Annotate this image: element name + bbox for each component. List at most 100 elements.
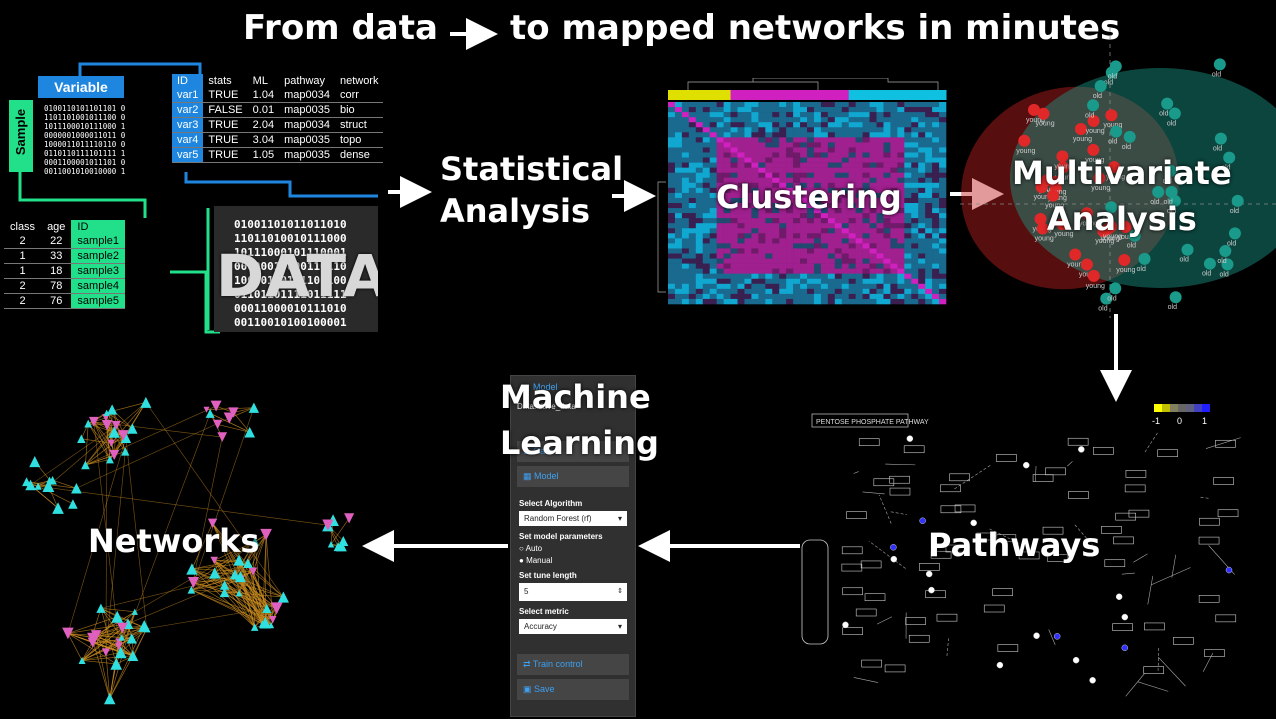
heatmap-cell xyxy=(779,268,787,274)
heatmap-cell xyxy=(820,102,829,108)
metric-select[interactable]: Accuracy ▾ xyxy=(519,619,627,634)
heatmap-cell xyxy=(820,152,829,158)
col-network: network xyxy=(339,75,379,87)
heatmap-cell xyxy=(674,167,683,173)
heatmap-cell xyxy=(709,142,717,148)
heatmap-cell xyxy=(897,218,905,224)
compound-node xyxy=(890,555,898,563)
compound-node xyxy=(1121,644,1129,652)
enzyme-box xyxy=(860,560,882,569)
heatmap-cell xyxy=(779,248,787,254)
heatmap-cell xyxy=(668,197,676,204)
heatmap-cell xyxy=(674,298,683,305)
heatmap-cell xyxy=(786,127,794,133)
heatmap-cell xyxy=(834,238,843,244)
heatmap-annotation-cell xyxy=(765,90,773,100)
heatmap-cell xyxy=(772,263,780,269)
heatmap-cell xyxy=(800,288,808,295)
heatmap-cell xyxy=(855,278,863,285)
heatmap-cell xyxy=(702,172,710,179)
heatmap-cell xyxy=(800,263,808,269)
heatmap-cell xyxy=(744,258,752,264)
pca-point-label: young xyxy=(1086,128,1105,135)
pca-point xyxy=(1138,252,1151,265)
network-node xyxy=(260,528,272,541)
heatmap-cell xyxy=(904,107,912,113)
heatmap-cell xyxy=(786,142,794,148)
heatmap-cell xyxy=(939,147,947,153)
heatmap-cell xyxy=(695,167,704,173)
heatmap-cell xyxy=(841,283,849,290)
heatmap-cell xyxy=(855,157,863,163)
table-row: var5 TRUE 1.05 map0035 dense xyxy=(172,147,384,163)
heatmap-cell xyxy=(807,263,815,269)
heatmap-cell xyxy=(883,228,891,234)
heatmap-cell xyxy=(939,157,947,163)
heatmap-cell xyxy=(730,293,738,300)
heatmap-cell xyxy=(876,152,884,158)
heatmap-cell xyxy=(827,273,836,280)
heatmap-cell xyxy=(869,157,877,163)
heatmap-cell xyxy=(737,248,745,254)
heatmap-cell xyxy=(897,258,905,264)
heatmap-cell xyxy=(668,177,676,184)
heatmap-cell xyxy=(772,137,780,143)
heatmap-cell xyxy=(688,182,697,189)
heatmap-cell xyxy=(668,192,676,199)
heatmap-cell xyxy=(897,278,905,285)
heatmap-cell xyxy=(751,243,759,249)
algorithm-select[interactable]: Random Forest (rf) ▾ xyxy=(519,511,627,526)
heatmap-cell xyxy=(695,233,704,239)
heatmap-cell xyxy=(827,137,836,143)
model-button[interactable]: ▦ Model xyxy=(517,466,629,487)
heatmap-cell xyxy=(834,288,843,295)
heatmap-cell xyxy=(834,248,843,254)
tune-length-input[interactable]: 5 ⇕ xyxy=(519,583,627,601)
heatmap-cell xyxy=(932,157,940,163)
heatmap-cell xyxy=(855,268,863,274)
heatmap-cell xyxy=(897,228,905,234)
heatmap-cell xyxy=(883,142,891,148)
heatmap-cell xyxy=(911,278,919,285)
radio-manual[interactable]: ● Manual xyxy=(519,556,627,565)
pca-point xyxy=(1087,99,1100,112)
heatmap-cell xyxy=(681,278,690,285)
heatmap-cell xyxy=(800,243,808,249)
enzyme-box xyxy=(858,438,880,446)
network-node xyxy=(71,482,82,494)
heatmap-cell xyxy=(765,263,773,269)
heatmap-cell xyxy=(751,258,759,264)
heatmap-cell xyxy=(834,117,843,123)
heatmap-cell xyxy=(702,203,710,209)
pca-point-label: old xyxy=(1212,71,1221,78)
heatmap-cell xyxy=(890,288,898,295)
heatmap-cell xyxy=(862,223,870,229)
heatmap-cell xyxy=(730,122,738,128)
heatmap-cell xyxy=(904,147,912,153)
radio-auto[interactable]: ○ Auto xyxy=(519,544,627,553)
train-control-button[interactable]: ⇄ Train control xyxy=(517,654,629,675)
heatmap-cell xyxy=(779,112,787,118)
heatmap-cell xyxy=(793,233,801,239)
heatmap-cell xyxy=(939,243,947,249)
save-button[interactable]: ▣ Save xyxy=(517,679,629,700)
heatmap-cell xyxy=(737,293,745,300)
heatmap-cell xyxy=(702,233,710,239)
heatmap-cell xyxy=(939,162,947,168)
heatmap-cell xyxy=(848,223,856,229)
heatmap-dendrogram-left xyxy=(657,181,666,293)
heatmap-cell xyxy=(925,157,933,163)
heatmap-cell xyxy=(723,147,731,153)
heatmap-cell xyxy=(779,238,787,244)
heatmap-dendrogram xyxy=(687,78,939,90)
heatmap-cell xyxy=(737,157,745,163)
heatmap-cell xyxy=(688,248,697,254)
heatmap-cell xyxy=(793,283,801,290)
heatmap-cell xyxy=(668,172,676,179)
heatmap-cell xyxy=(848,218,856,224)
heatmap-cell xyxy=(730,263,738,269)
heatmap-cell xyxy=(709,258,717,264)
heatmap-cell xyxy=(744,117,752,123)
heatmap-cell xyxy=(869,253,877,259)
heatmap-cell xyxy=(786,102,794,108)
